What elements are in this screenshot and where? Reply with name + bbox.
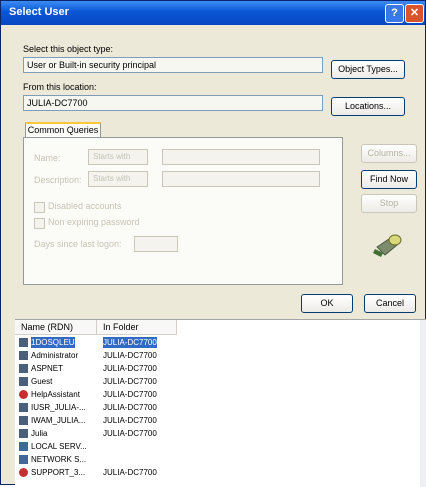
column-header-name[interactable]: Name (RDN) [15,320,97,335]
user-icon [19,351,28,360]
list-item[interactable]: IUSR_JULIA-... JULIA-DC7700 [15,402,425,413]
row-folder: JULIA-DC7700 [103,390,157,399]
list-item[interactable]: Administrator JULIA-DC7700 [15,350,425,361]
row-name: IUSR_JULIA-... [31,403,86,412]
user-icon [19,403,28,412]
disabled-user-icon [19,390,28,399]
ok-button[interactable]: OK [301,294,353,313]
group-icon [19,442,28,451]
row-folder: JULIA-DC7700 [103,351,157,360]
disabled-user-icon [19,468,28,477]
row-name: Guest [31,377,53,386]
disabled-accounts-checkbox[interactable] [34,202,45,213]
location-field: JULIA-DC7700 [23,95,323,111]
location-label: From this location: [23,82,97,92]
row-folder: JULIA-DC7700 [103,416,157,425]
search-flashlight-icon [373,234,402,257]
object-types-button[interactable]: Object Types... [331,60,405,79]
days-since-logon-label: Days since last logon: [34,239,122,249]
title-bar[interactable]: Select User ? ✕ [1,1,425,25]
days-since-logon-select[interactable] [134,236,178,252]
row-folder: JULIA-DC7700 [103,337,157,348]
list-item[interactable]: ASPNET JULIA-DC7700 [15,363,425,374]
row-folder: JULIA-DC7700 [103,364,157,373]
row-name: IWAM_JULIA... [31,416,86,425]
description-query-operator[interactable]: Starts with [88,171,148,187]
row-name: HelpAssistant [31,390,80,399]
row-name: Julia [31,429,48,438]
row-name: LOCAL SERV... [31,442,87,451]
row-name: Administrator [31,351,79,360]
list-item[interactable]: Guest JULIA-DC7700 [15,376,425,387]
find-now-button[interactable]: Find Now [361,170,417,189]
select-user-dialog: Select User ? ✕ Select this object type:… [0,0,426,487]
row-name: ASPNET [31,364,64,373]
object-type-field: User or Built-in security principal [23,57,323,73]
results-scrollbar[interactable] [420,320,426,487]
row-name: NETWORK S... [31,455,87,464]
user-icon [19,364,28,373]
user-icon [19,377,28,386]
name-query-input[interactable] [162,149,320,165]
disabled-accounts-label: Disabled accounts [48,201,122,211]
description-query-label: Description: [34,175,82,185]
search-results-list[interactable]: Name (RDN) In Folder 1DOSQLEU JULIA-DC77… [15,319,426,487]
row-folder: JULIA-DC7700 [103,403,157,412]
user-icon [19,429,28,438]
tab-common-queries[interactable]: Common Queries [25,122,101,138]
columns-button[interactable]: Columns... [361,144,417,163]
group-icon [19,455,28,464]
user-icon [19,338,28,347]
object-type-label: Select this object type: [23,44,114,54]
row-folder: JULIA-DC7700 [103,468,157,477]
row-name: 1DOSQLEU [31,337,75,348]
row-folder: JULIA-DC7700 [103,377,157,386]
row-folder: JULIA-DC7700 [103,429,157,438]
user-icon [19,416,28,425]
description-operator-text: Starts with [93,174,131,183]
name-query-operator[interactable]: Starts with [88,149,148,165]
list-item[interactable]: SUPPORT_3... JULIA-DC7700 [15,467,425,478]
help-button[interactable]: ? [385,4,404,23]
list-item[interactable]: IWAM_JULIA... JULIA-DC7700 [15,415,425,426]
name-operator-text: Starts with [93,152,131,161]
list-item[interactable]: 1DOSQLEU JULIA-DC7700 [15,337,425,348]
name-query-label: Name: [34,153,61,163]
stop-button[interactable]: Stop [361,194,417,213]
locations-button[interactable]: Locations... [331,97,405,116]
description-query-input[interactable] [162,171,320,187]
list-item[interactable]: Julia JULIA-DC7700 [15,428,425,439]
common-queries-panel: Name: Starts with Description: Starts wi… [23,137,343,285]
row-name: SUPPORT_3... [31,468,86,477]
non-expiring-label: Non expiring password [48,217,140,227]
cancel-button[interactable]: Cancel [364,294,416,313]
list-item[interactable]: LOCAL SERV... [15,441,425,452]
list-item[interactable]: NETWORK S... [15,454,425,465]
column-header-folder[interactable]: In Folder [97,320,177,335]
list-item[interactable]: HelpAssistant JULIA-DC7700 [15,389,425,400]
non-expiring-checkbox[interactable] [34,218,45,229]
window-title: Select User [9,6,69,18]
close-button[interactable]: ✕ [405,4,424,23]
